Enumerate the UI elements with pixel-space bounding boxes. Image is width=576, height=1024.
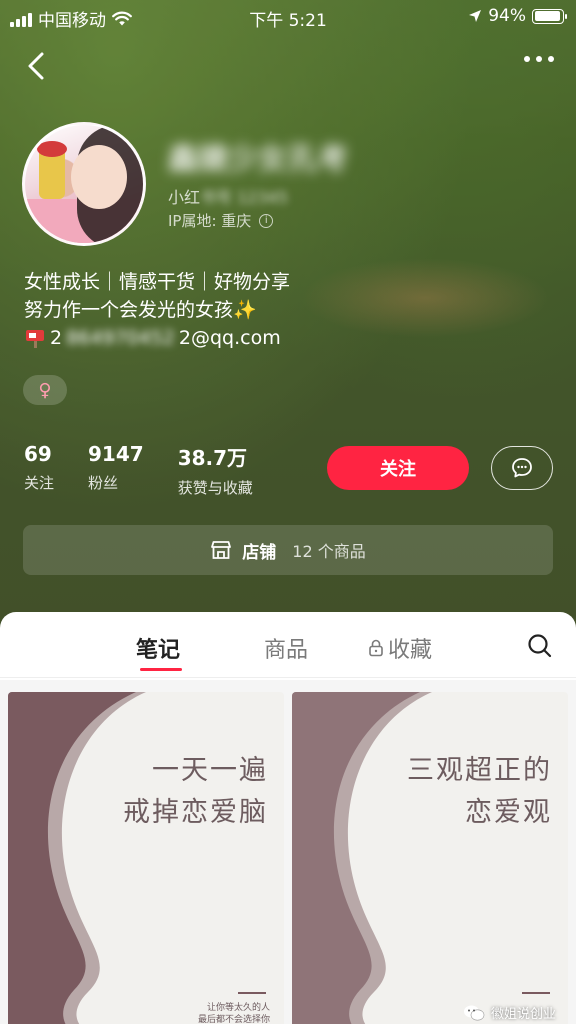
wechat-icon xyxy=(463,1005,485,1020)
card-caption-line-1: 让你等太久的人 xyxy=(206,1003,270,1013)
follow-button[interactable]: 关注 xyxy=(327,446,469,490)
watermark: 徽姐说创业 xyxy=(463,1003,556,1022)
tab-favorites-label: 收藏 xyxy=(388,638,433,663)
more-dots-icon xyxy=(524,56,530,62)
chat-bubble-icon xyxy=(512,458,532,478)
bio-line-2: 努力作一个会发光的女孩✨ xyxy=(24,299,257,321)
card-cover-graphic xyxy=(292,692,432,1024)
avatar[interactable] xyxy=(22,122,146,246)
stat-following[interactable]: 69 关注 xyxy=(24,442,54,498)
tab-active-indicator xyxy=(140,668,182,671)
background-herd xyxy=(300,258,550,338)
stat-value: 38.7万 xyxy=(177,446,248,470)
card-title-line-1: 一天一遍 xyxy=(152,755,268,786)
watermark-label: 徽姐说创业 xyxy=(490,1007,556,1022)
tab-bar: 笔记 商品 收藏 xyxy=(0,612,576,678)
notes-feed: 一天一遍 戒掉恋爱脑 让你等太久的人 最后都不会选择你 三观超正的 恋爱观 徽姐… xyxy=(0,680,576,1024)
profile-header: 中国移动 下午 5:21 94% 鑫婕少女孔考 小红书号 12345 IP属地:… xyxy=(0,0,576,640)
stat-followers[interactable]: 9147 粉丝 xyxy=(88,442,144,498)
status-right: 94% xyxy=(468,6,567,26)
card-caption: 让你等太久的人 最后都不会选择你 xyxy=(198,1002,270,1024)
email-suffix: 2@qq.com xyxy=(178,327,281,349)
search-button[interactable] xyxy=(526,632,554,660)
location-arrow-icon xyxy=(469,10,482,22)
shop-count: 12 个商品 xyxy=(292,542,366,561)
stat-label: 获赞与收藏 xyxy=(177,479,253,497)
lock-icon xyxy=(369,639,383,657)
tab-notes[interactable]: 笔记 xyxy=(136,632,180,664)
battery-percent: 94% xyxy=(488,6,526,26)
bio-email: 2 864970452 2@qq.com xyxy=(24,324,290,352)
ip-location: IP属地: 重庆 i xyxy=(168,210,274,231)
profile-id-prefix: 小红 xyxy=(168,188,201,207)
battery-fill xyxy=(534,11,560,21)
info-icon[interactable]: i xyxy=(259,213,274,228)
stat-value: 69 xyxy=(24,442,52,466)
female-icon: ♀ xyxy=(38,379,52,401)
profile-stats: 69 关注 9147 粉丝 38.7万 获赞与收藏 xyxy=(24,442,253,498)
gender-tag: ♀ xyxy=(23,375,67,405)
message-button[interactable] xyxy=(491,446,553,490)
lollipop-can-graphic xyxy=(37,141,67,199)
card-cover-graphic xyxy=(8,692,146,1024)
search-icon xyxy=(528,634,552,658)
stat-likes-collects[interactable]: 38.7万 获赞与收藏 xyxy=(178,442,253,498)
shop-label: 店铺 xyxy=(242,542,277,563)
tab-favorites[interactable]: 收藏 xyxy=(368,632,432,664)
chevron-left-icon xyxy=(28,52,44,80)
email-prefix: 2 xyxy=(50,327,63,349)
battery-icon xyxy=(532,8,567,24)
card-divider xyxy=(238,992,266,994)
stat-value: 9147 xyxy=(88,442,144,466)
card-title-line-2: 戒掉恋爱脑 xyxy=(123,797,268,828)
back-button[interactable] xyxy=(20,46,56,86)
stat-label: 粉丝 xyxy=(88,474,119,492)
card-caption-line-2: 最后都不会选择你 xyxy=(197,1015,270,1024)
card-divider xyxy=(522,992,550,994)
status-bar: 中国移动 下午 5:21 94% xyxy=(0,0,576,34)
stat-label: 关注 xyxy=(24,474,55,492)
shop-entry[interactable]: 店铺 12 个商品 xyxy=(23,525,553,575)
tab-products[interactable]: 商品 xyxy=(264,632,308,664)
bio-line-1: 女性成长｜情感干货｜好物分享 xyxy=(24,271,291,293)
profile-name: 鑫婕少女孔考 xyxy=(168,142,348,177)
note-card[interactable]: 三观超正的 恋爱观 徽姐说创业 xyxy=(292,692,568,1024)
card-title-line-2: 恋爱观 xyxy=(465,797,552,828)
card-title-line-1: 三观超正的 xyxy=(407,755,552,786)
content-panel: 笔记 商品 收藏 一天一遍 戒掉恋爱脑 让你等太久的人 最后都不会选择你 三观超… xyxy=(0,612,576,1024)
note-card[interactable]: 一天一遍 戒掉恋爱脑 让你等太久的人 最后都不会选择你 xyxy=(8,692,284,1024)
mailbox-icon xyxy=(26,330,44,348)
more-button[interactable] xyxy=(524,56,554,62)
profile-id: 小红书号 12345 xyxy=(168,184,288,208)
email-blurred: 864970452 xyxy=(66,327,175,349)
profile-bio: 女性成长｜情感干货｜好物分享 努力作一个会发光的女孩✨ 2 864970452 2@… xyxy=(24,268,290,352)
store-icon xyxy=(211,541,232,559)
ip-location-label: IP属地: 重庆 xyxy=(168,212,252,230)
profile-id-value: 书号 12345 xyxy=(200,188,289,207)
